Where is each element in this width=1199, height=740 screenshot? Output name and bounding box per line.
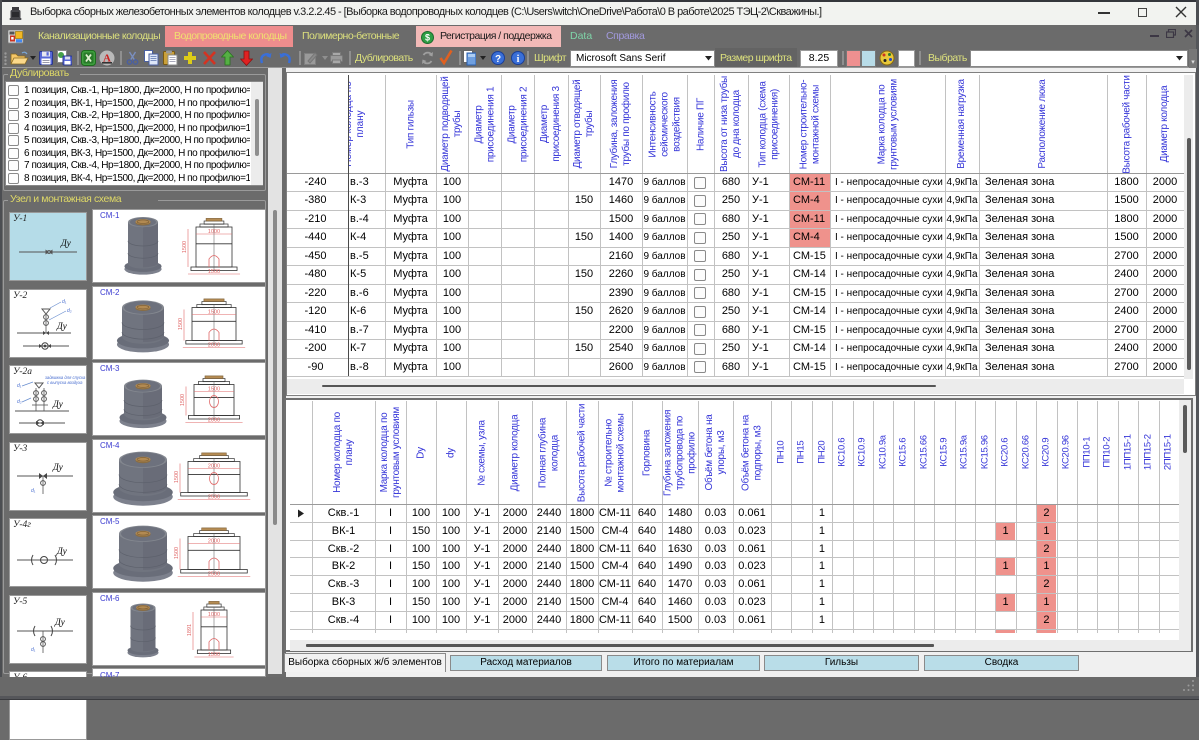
svg-text:Ду: Ду bbox=[52, 399, 63, 409]
svg-text:2000: 2000 bbox=[208, 418, 220, 424]
svg-text:Ду: Ду bbox=[52, 462, 63, 472]
svg-text:1500: 1500 bbox=[208, 269, 220, 275]
svg-text:d₁: d₁ bbox=[31, 647, 36, 653]
svg-text:2500: 2500 bbox=[208, 572, 220, 578]
svg-text:Ду: Ду bbox=[56, 546, 67, 556]
svg-text:d₁: d₁ bbox=[17, 383, 22, 389]
svg-text:Ду: Ду bbox=[56, 321, 67, 331]
svg-text:d₂: d₂ bbox=[17, 399, 22, 405]
svg-text:2000: 2000 bbox=[208, 342, 220, 348]
svg-text:1500: 1500 bbox=[180, 394, 186, 406]
svg-text:с выпуска воздуха: с выпуска воздуха bbox=[47, 380, 83, 385]
svg-text:1500: 1500 bbox=[208, 652, 220, 658]
svg-text:1500: 1500 bbox=[178, 317, 184, 329]
svg-text:2000: 2000 bbox=[208, 463, 220, 469]
svg-text:1000: 1000 bbox=[208, 612, 220, 618]
svg-text:d₁: d₁ bbox=[31, 488, 36, 494]
svg-text:1500: 1500 bbox=[208, 387, 220, 393]
svg-text:d₂: d₂ bbox=[67, 308, 72, 314]
svg-text:?: ? bbox=[495, 54, 501, 65]
svg-text:1000: 1000 bbox=[208, 229, 220, 235]
svg-text:1891: 1891 bbox=[187, 623, 193, 635]
svg-text:$: $ bbox=[425, 33, 430, 43]
svg-text:1500: 1500 bbox=[174, 547, 180, 559]
svg-text:d₁: d₁ bbox=[62, 299, 67, 305]
svg-text:1500: 1500 bbox=[182, 241, 188, 253]
svg-text:1500: 1500 bbox=[174, 470, 180, 482]
svg-text:Ду: Ду bbox=[54, 617, 65, 627]
svg-text:i: i bbox=[517, 54, 520, 65]
svg-text:1500: 1500 bbox=[208, 309, 220, 315]
svg-text:2500: 2500 bbox=[208, 494, 220, 500]
svg-text:Ду: Ду bbox=[60, 238, 71, 248]
svg-text:2000: 2000 bbox=[208, 539, 220, 545]
